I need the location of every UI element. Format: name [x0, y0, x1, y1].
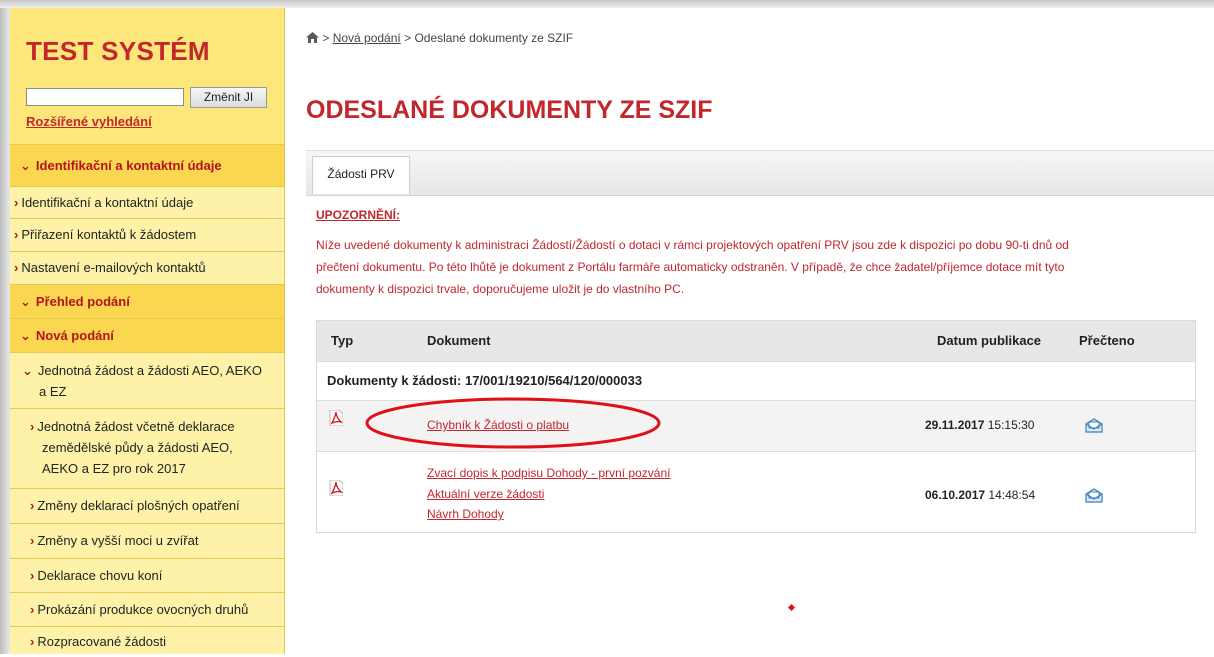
chevron-right-icon: › — [30, 498, 35, 513]
chevron-right-icon: › — [30, 634, 35, 649]
tab-bar — [306, 150, 1214, 196]
sidebar-section-overview[interactable]: ⌄ Přehled podání — [10, 284, 284, 318]
table-group-row: Dokumenty k žádosti: 17/001/19210/564/12… — [317, 361, 1195, 400]
notice-text: Níže uvedené dokumenty k administraci Žá… — [316, 234, 1196, 300]
notice-heading: UPOZORNĚNÍ: — [316, 208, 400, 222]
page-title: ODESLANÉ DOKUMENTY ZE SZIF — [306, 96, 713, 124]
envelope-open-icon — [1085, 488, 1103, 503]
brand-title: TEST SYSTÉM — [26, 36, 210, 66]
chevron-right-icon: › — [14, 227, 19, 242]
notice-line: přečtení dokumentu. Po této lhůtě je dok… — [316, 260, 1065, 274]
sidebar-item-label: Nová podání — [35, 328, 114, 343]
pdf-icon[interactable] — [329, 410, 343, 426]
chevron-right-icon: › — [30, 602, 35, 617]
change-ji-button[interactable]: Změnit JI — [190, 87, 267, 108]
sidebar-item-label: Jednotná žádost a žádosti AEO, AEKO — [37, 363, 262, 378]
col-document: Dokument — [427, 333, 491, 348]
sidebar-item-label: Identifikační a kontaktní údaje — [21, 195, 194, 210]
home-icon[interactable] — [306, 32, 319, 43]
chevron-down-icon: ⌄ — [20, 328, 31, 343]
sidebar-item-label: Jednotná žádost včetně deklarace — [37, 419, 235, 434]
sidebar-item-label: Rozpracované žádosti — [37, 634, 166, 649]
chevron-down-icon: ⌄ — [20, 158, 31, 173]
col-date: Datum publikace — [937, 333, 1042, 348]
chevron-down-icon: ⌄ — [22, 363, 33, 378]
sidebar-subsection-single-application[interactable]: ⌄ Jednotná žádost a žádosti AEO, AEKO a E… — [10, 352, 284, 408]
chevron-down-icon: ⌄ — [20, 294, 31, 309]
chevron-right-icon: › — [30, 533, 35, 548]
notice-line: Níže uvedené dokumenty k administraci Žá… — [316, 238, 1069, 252]
sidebar: TEST SYSTÉM Změnit JI Rozšířené vyhledán… — [10, 8, 285, 654]
chevron-right-icon: › — [30, 419, 35, 434]
chevron-right-icon: › — [14, 260, 19, 275]
envelope-open-icon — [1085, 418, 1103, 433]
table-row: Zvací dopis k podpisu Dohody - první poz… — [317, 451, 1195, 532]
sidebar-item-horse-declaration[interactable]: › Deklarace chovu koní — [10, 558, 284, 592]
search-input[interactable] — [26, 88, 184, 106]
breadcrumb: > Nová podání > Odeslané dokumenty ze SZ… — [306, 31, 573, 45]
document-link[interactable]: Aktuální verze žádosti — [427, 487, 544, 501]
breadcrumb-current: Odeslané dokumenty ze SZIF — [414, 31, 574, 45]
table-header: Typ Dokument Datum publikace Přečteno — [317, 321, 1195, 361]
sidebar-item-label: Změny deklarací plošných opatření — [37, 498, 240, 513]
sidebar-item-animal-changes[interactable]: › Změny a vyšší moci u zvířat — [10, 523, 284, 558]
tab-prv-applications[interactable]: Žádosti PRV — [312, 156, 410, 194]
document-link[interactable]: Zvací dopis k podpisu Dohody - první poz… — [427, 466, 670, 480]
sidebar-item-label: Změny a vyšší moci u zvířat — [37, 533, 199, 548]
sidebar-item-contact-assignment[interactable]: › Přiřazení kontaktů k žádostem — [10, 218, 284, 251]
pdf-icon[interactable] — [329, 480, 343, 496]
notice-line: dokumenty k dispozici trvale, doporučuje… — [316, 282, 685, 296]
sidebar-item-label: Přiřazení kontaktů k žádostem — [21, 227, 197, 242]
advanced-search-link[interactable]: Rozšířené vyhledání — [26, 114, 152, 129]
sidebar-item-email-settings[interactable]: › Nastavení e-mailových kontaktů — [10, 251, 284, 284]
sidebar-item-label: Identifikační a kontaktní údaje — [35, 158, 222, 173]
col-read: Přečteno — [1079, 333, 1135, 348]
highlight-ellipse — [365, 397, 661, 449]
chevron-right-icon: › — [30, 568, 35, 583]
sidebar-item-label: Přehled podání — [35, 294, 130, 309]
left-shadow — [0, 8, 10, 654]
sidebar-item-fruit-production[interactable]: › Prokázání produkce ovocných druhů — [10, 592, 284, 626]
sidebar-item-label: Prokázání produkce ovocných druhů — [37, 602, 249, 617]
sidebar-item-label: zemědělské půdy a žádosti AEO, — [42, 440, 233, 455]
sidebar-item-label: AEKO a EZ pro rok 2017 — [42, 461, 186, 476]
top-shadow — [0, 0, 1214, 8]
sidebar-item-drafts[interactable]: › Rozpracované žádosti — [10, 626, 284, 654]
sidebar-item-label: Deklarace chovu koní — [37, 568, 163, 583]
sidebar-section-identification[interactable]: ⌄ Identifikační a kontaktní údaje — [10, 144, 284, 186]
col-type: Typ — [331, 333, 354, 348]
marker-dot — [787, 603, 796, 612]
group-label: Dokumenty k žádosti: 17/001/19210/564/12… — [327, 373, 643, 388]
sidebar-item-label: a EZ — [39, 384, 67, 399]
publish-date: 29.11.2017 15:15:30 — [925, 418, 1035, 432]
chevron-right-icon: › — [14, 195, 19, 210]
sidebar-item-single-application-2017[interactable]: › Jednotná žádost včetně deklarace zemědě… — [10, 408, 284, 488]
sidebar-item-label: Nastavení e-mailových kontaktů — [21, 260, 206, 275]
sidebar-item-identification[interactable]: › Identifikační a kontaktní údaje — [10, 186, 284, 218]
sidebar-item-area-changes[interactable]: › Změny deklarací plošných opatření — [10, 488, 284, 523]
breadcrumb-link-new-submissions[interactable]: Nová podání — [333, 31, 401, 45]
publish-date: 06.10.2017 14:48:54 — [925, 488, 1036, 502]
document-link[interactable]: Návrh Dohody — [427, 507, 504, 521]
sidebar-section-new-submissions[interactable]: ⌄ Nová podání — [10, 318, 284, 352]
